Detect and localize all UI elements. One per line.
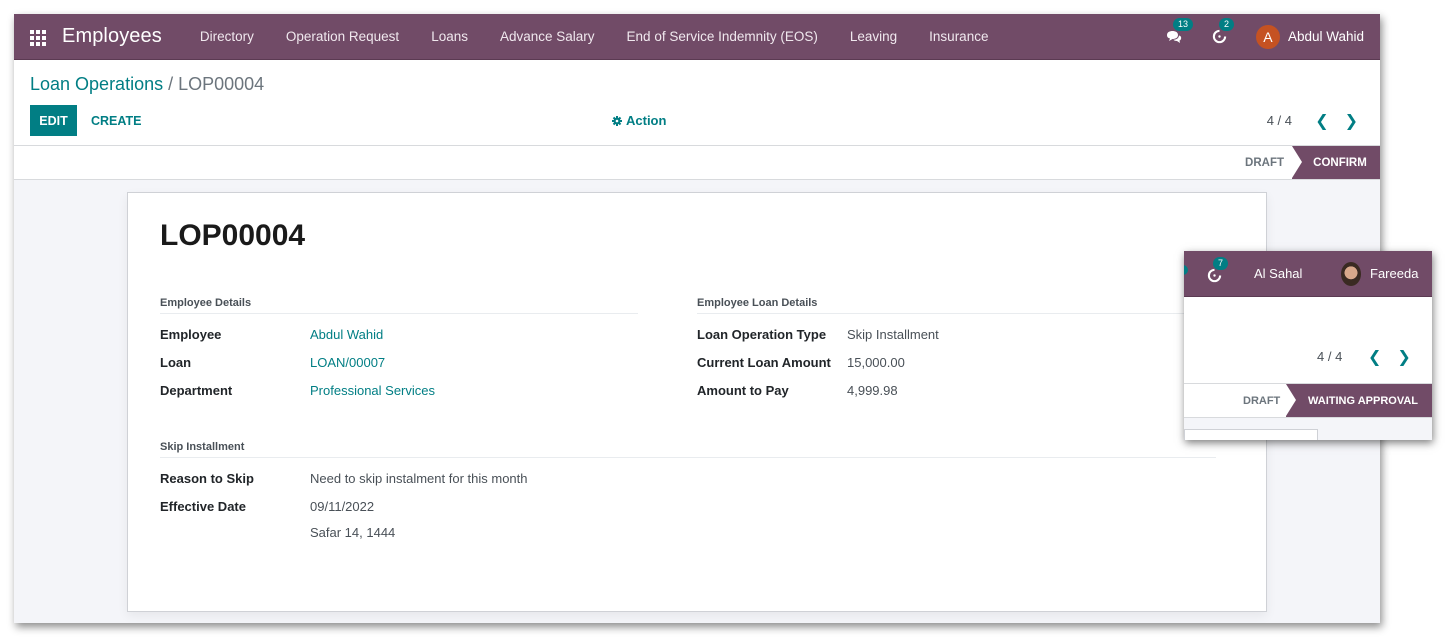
create-button[interactable]: CREATE <box>91 105 141 136</box>
menu-operation-request[interactable]: Operation Request <box>270 29 415 44</box>
field-department: Department Professional Services <box>160 376 638 404</box>
group-title: Employee Details <box>160 297 638 314</box>
field-employee: Employee Abdul Wahid <box>160 320 638 348</box>
action-label: Action <box>626 113 667 128</box>
clock-icon <box>1213 29 1227 44</box>
breadcrumb-current: LOP00004 <box>178 74 265 94</box>
breadcrumb: Loan Operations / LOP00004 <box>30 74 264 95</box>
inset-user-avatar[interactable] <box>1341 262 1361 286</box>
apps-grid-icon[interactable] <box>30 29 48 46</box>
field-label: Current Loan Amount <box>697 354 831 370</box>
navbar-systray: 13 2 A Abdul Wahid <box>1164 17 1380 49</box>
activities-badge: 2 <box>1218 17 1234 31</box>
odoo-window: Employees Directory Operation Request Lo… <box>14 14 1380 623</box>
inset-badge-edge <box>1184 265 1188 275</box>
breadcrumb-parent[interactable]: Loan Operations <box>30 74 163 94</box>
field-value: 09/11/2022 <box>310 498 375 514</box>
inset-user-menu[interactable]: Fareeda <box>1370 266 1418 281</box>
messages-badge: 13 <box>1172 17 1193 31</box>
group-title: Skip Installment <box>160 441 1216 458</box>
field-amount-to-pay: Amount to Pay 4,999.98 <box>697 376 1217 404</box>
status-draft[interactable]: DRAFT <box>1245 146 1284 179</box>
messages-button[interactable]: 13 <box>1164 17 1193 47</box>
chevron-right-icon[interactable]: ❯ <box>1397 347 1410 367</box>
field-reason-to-skip: Reason to Skip Need to skip instalment f… <box>160 464 1216 492</box>
inset-status-bar: DRAFT WAITING APPROVAL <box>1184 384 1432 418</box>
form-sheet: LOP00004 Employee Details Employee Abdul… <box>127 192 1267 612</box>
inset-activities-button[interactable]: 7 <box>1204 257 1229 285</box>
inset-status-draft[interactable]: DRAFT <box>1243 384 1280 417</box>
field-label: Reason to Skip <box>160 470 254 486</box>
app-title[interactable]: Employees <box>62 25 162 48</box>
menu-eos[interactable]: End of Service Indemnity (EOS) <box>611 29 834 44</box>
user-menu[interactable]: Abdul Wahid <box>1288 29 1364 44</box>
gear-icon <box>612 115 622 126</box>
employee-link[interactable]: Abdul Wahid <box>310 327 383 342</box>
field-label: Department <box>160 382 233 398</box>
top-navbar: Employees Directory Operation Request Lo… <box>14 14 1380 60</box>
inset-status-waiting-approval[interactable]: WAITING APPROVAL <box>1286 384 1432 417</box>
loan-link[interactable]: LOAN/00007 <box>310 355 385 370</box>
breadcrumb-separator: / <box>163 74 179 94</box>
field-label: Loan <box>160 354 192 370</box>
loan-details-group: Employee Loan Details Loan Operation Typ… <box>697 297 1217 404</box>
field-value: 4,999.98 <box>847 382 898 398</box>
field-effective-date: Effective Date 09/11/2022 <box>160 492 1216 520</box>
field-label: Loan Operation Type <box>697 326 827 342</box>
pager-nav: ❮ ❯ <box>1315 105 1358 136</box>
field-loan: Loan LOAN/00007 <box>160 348 638 376</box>
field-value: Need to skip instalment for this month <box>310 470 528 486</box>
status-bar: DRAFT CONFIRM <box>14 146 1380 180</box>
user-avatar[interactable]: A <box>1255 24 1280 49</box>
department-link[interactable]: Professional Services <box>310 383 435 398</box>
employee-details-group: Employee Details Employee Abdul Wahid Lo… <box>160 297 638 404</box>
inset-navbar: 7 Al Sahal Fareeda <box>1184 251 1432 297</box>
field-value: 15,000.00 <box>847 354 905 370</box>
edit-button[interactable]: EDIT <box>30 105 77 136</box>
record-title: LOP00004 <box>160 219 306 252</box>
field-loan-operation-type: Loan Operation Type Skip Installment <box>697 320 1217 348</box>
inset-control-panel: 4 / 4 ❮ ❯ <box>1184 297 1432 384</box>
chevron-left-icon[interactable]: ❮ <box>1368 347 1381 367</box>
field-current-loan-amount: Current Loan Amount 15,000.00 <box>697 348 1217 376</box>
inset-pager-nav: ❮ ❯ <box>1368 347 1411 367</box>
field-label: Amount to Pay <box>697 382 789 398</box>
activities-button[interactable]: 2 <box>1210 17 1234 47</box>
field-label: Effective Date <box>160 498 246 514</box>
chevron-left-icon[interactable]: ❮ <box>1315 111 1328 131</box>
inset-pager-value[interactable]: 4 / 4 <box>1317 349 1342 364</box>
pager-value[interactable]: 4 / 4 <box>1267 105 1292 136</box>
field-value: Skip Installment <box>847 326 939 342</box>
field-value-hijri: Safar 14, 1444 <box>310 524 396 540</box>
control-panel: Loan Operations / LOP00004 EDIT CREATE A… <box>14 60 1380 146</box>
field-effective-date-hijri: Safar 14, 1444 <box>160 520 1216 544</box>
menu-advance-salary[interactable]: Advance Salary <box>484 29 611 44</box>
skip-installment-group: Skip Installment Reason to Skip Need to … <box>160 441 1216 544</box>
chat-icon <box>1166 30 1182 43</box>
field-label: Employee <box>160 326 222 342</box>
menu-loans[interactable]: Loans <box>415 29 484 44</box>
menu-insurance[interactable]: Insurance <box>913 29 1004 44</box>
inset-form-sheet <box>1184 429 1318 440</box>
inset-screenshot: 7 Al Sahal Fareeda 4 / 4 ❮ ❯ DRAFT WAITI… <box>1184 251 1432 440</box>
status-confirm[interactable]: CONFIRM <box>1292 146 1380 179</box>
menu-leaving[interactable]: Leaving <box>834 29 913 44</box>
inset-company-switcher[interactable]: Al Sahal <box>1254 266 1302 281</box>
menu-directory[interactable]: Directory <box>184 29 270 44</box>
group-title: Employee Loan Details <box>697 297 1217 314</box>
inset-activities-badge: 7 <box>1213 257 1229 270</box>
action-menu-button[interactable]: Action <box>612 105 666 136</box>
chevron-right-icon[interactable]: ❯ <box>1345 111 1358 131</box>
